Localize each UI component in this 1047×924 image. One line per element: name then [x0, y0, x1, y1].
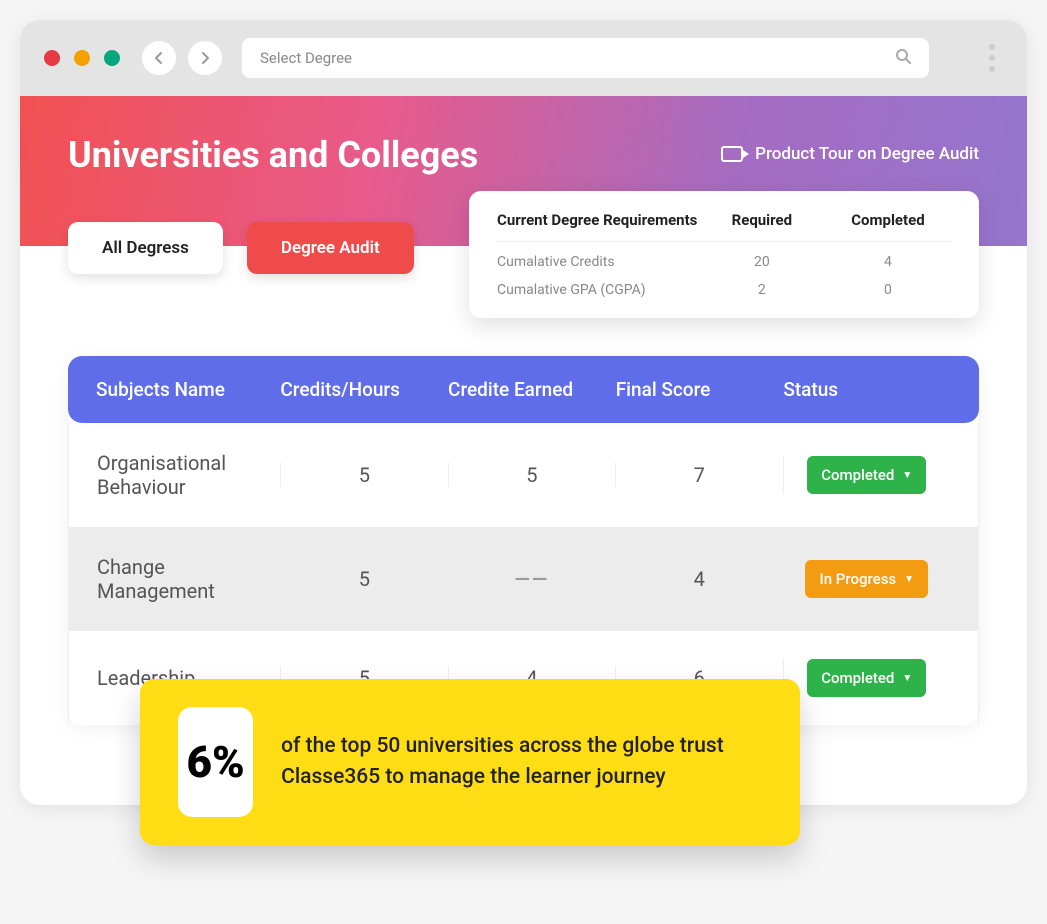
subjects-table: Subjects Name Credits/Hours Credite Earn… [68, 356, 979, 725]
th-status: Status [783, 378, 951, 401]
stat-callout: 6% of the top 50 universities across the… [140, 679, 800, 845]
hero-banner: Universities and Colleges Product Tour o… [20, 96, 1027, 246]
status-label: Completed [821, 669, 894, 687]
cell-earned: —— [448, 567, 615, 591]
cell-subject: Change Management [97, 555, 280, 603]
status-select[interactable]: Completed ▼ [807, 456, 926, 494]
tab-degree-audit[interactable]: Degree Audit [247, 222, 414, 274]
cell-credits: 5 [280, 463, 447, 487]
forward-button[interactable] [188, 41, 222, 75]
cell-subject: Organisational Behaviour [97, 451, 280, 499]
traffic-lights [44, 50, 120, 66]
arrow-left-icon [151, 50, 167, 66]
status-label: Completed [821, 466, 894, 484]
arrow-right-icon [197, 50, 213, 66]
req-header-completed: Completed [825, 211, 951, 229]
browser-window: Select Degree Universities and Colleges … [20, 20, 1027, 805]
search-icon [895, 48, 911, 68]
req-label: Cumalative GPA (CGPA) [497, 282, 699, 298]
requirements-row: Cumalative GPA (CGPA) 2 0 [497, 270, 951, 298]
minimize-window-icon[interactable] [74, 50, 90, 66]
caret-down-icon: ▼ [902, 470, 912, 481]
product-tour-label: Product Tour on Degree Audit [755, 144, 979, 164]
status-select[interactable]: Completed ▼ [807, 659, 926, 697]
close-window-icon[interactable] [44, 50, 60, 66]
requirements-row: Cumalative Credits 20 4 [497, 242, 951, 270]
cell-credits: 5 [280, 567, 447, 591]
req-header-required: Required [699, 211, 825, 229]
more-menu-button[interactable] [981, 44, 1003, 72]
th-score: Final Score [616, 378, 784, 401]
video-icon [721, 146, 743, 162]
req-header-title: Current Degree Requirements [497, 211, 699, 229]
requirements-card: Current Degree Requirements Required Com… [469, 191, 979, 318]
req-label: Cumalative Credits [497, 254, 699, 270]
maximize-window-icon[interactable] [104, 50, 120, 66]
tabs-row: All Degress Degree Audit [68, 222, 414, 274]
degree-select-input[interactable]: Select Degree [242, 38, 929, 78]
browser-bar: Select Degree [20, 20, 1027, 96]
cell-status: Completed ▼ [783, 456, 950, 494]
req-required: 20 [699, 254, 825, 270]
table-row: Change Management 5 —— 4 In Progress ▼ [68, 527, 979, 631]
product-tour-link[interactable]: Product Tour on Degree Audit [721, 144, 979, 164]
tab-all-degrees[interactable]: All Degress [68, 222, 223, 274]
table-row: Organisational Behaviour 5 5 7 Completed… [68, 423, 979, 527]
requirements-header: Current Degree Requirements Required Com… [497, 211, 951, 242]
caret-down-icon: ▼ [904, 574, 914, 585]
search-placeholder: Select Degree [260, 49, 895, 67]
stat-text: of the top 50 universities across the gl… [281, 731, 762, 794]
status-select[interactable]: In Progress ▼ [805, 560, 928, 598]
stat-percent: 6% [178, 707, 253, 817]
table-header: Subjects Name Credits/Hours Credite Earn… [68, 356, 979, 423]
req-completed: 0 [825, 282, 951, 298]
caret-down-icon: ▼ [902, 673, 912, 684]
cell-earned: 5 [448, 463, 615, 487]
cell-status: In Progress ▼ [783, 560, 950, 598]
back-button[interactable] [142, 41, 176, 75]
cell-status: Completed ▼ [783, 659, 950, 697]
th-credits: Credits/Hours [280, 378, 448, 401]
th-earned: Credite Earned [448, 378, 616, 401]
th-subject: Subjects Name [96, 378, 280, 401]
req-required: 2 [699, 282, 825, 298]
req-completed: 4 [825, 254, 951, 270]
cell-score: 4 [615, 567, 782, 591]
cell-score: 7 [615, 463, 782, 487]
status-label: In Progress [819, 570, 896, 588]
